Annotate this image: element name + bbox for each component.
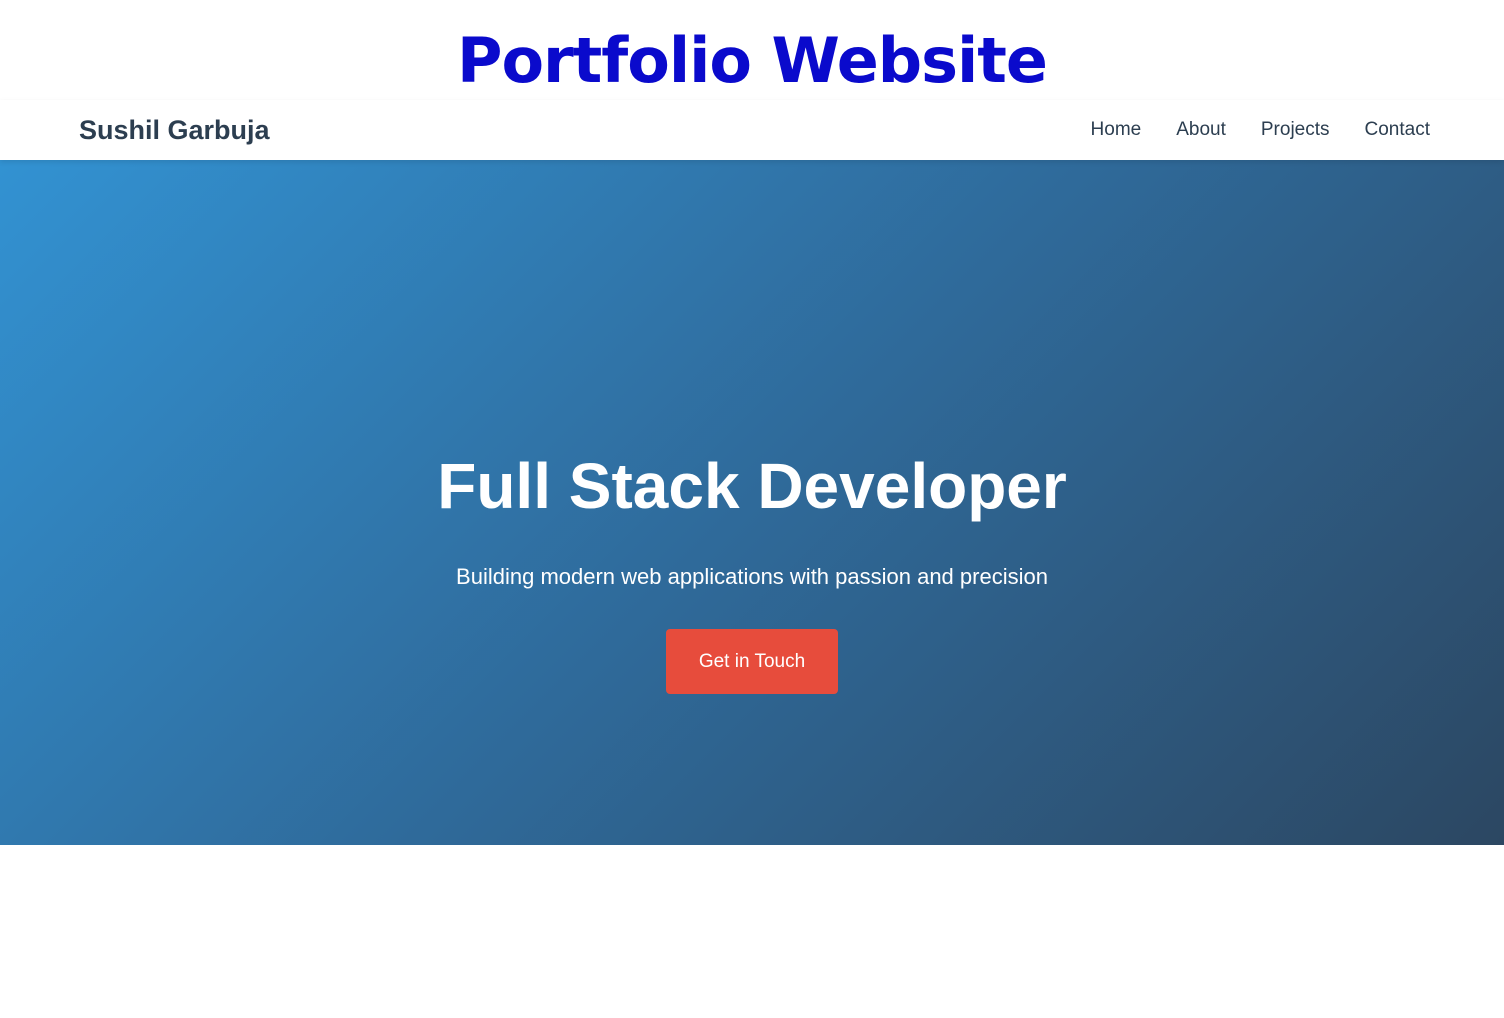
hero-subtitle: Building modern web applications with pa… (456, 564, 1048, 589)
page-content-area (0, 845, 1504, 1018)
navbar: Sushil Garbuja Home About Projects Conta… (0, 100, 1504, 160)
get-in-touch-button[interactable]: Get in Touch (666, 629, 838, 694)
nav-link-home[interactable]: Home (1091, 119, 1142, 141)
hero-title: Full Stack Developer (437, 450, 1067, 522)
nav-link-projects[interactable]: Projects (1261, 119, 1330, 141)
nav-links: Home About Projects Contact (1091, 119, 1430, 141)
banner-title: Portfolio Website (457, 24, 1048, 97)
page-banner: Portfolio Website (0, 0, 1504, 104)
nav-link-about[interactable]: About (1176, 119, 1226, 141)
nav-link-contact[interactable]: Contact (1365, 119, 1430, 141)
brand-logo[interactable]: Sushil Garbuja (79, 115, 270, 146)
hero-section: Full Stack Developer Building modern web… (0, 160, 1504, 845)
